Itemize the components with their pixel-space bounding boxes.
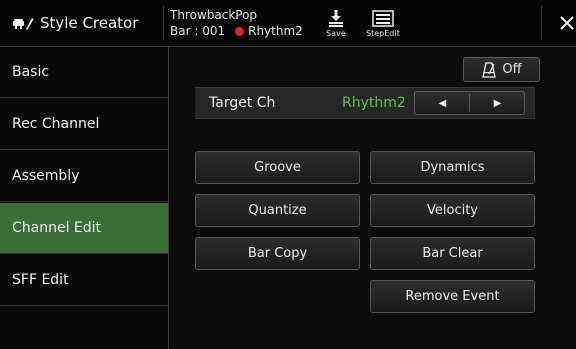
- remove-event-button[interactable]: Remove Event: [370, 280, 535, 313]
- bar-clear-button[interactable]: Bar Clear: [370, 237, 535, 270]
- quantize-button[interactable]: Quantize: [195, 194, 360, 227]
- sidebar-item-label: Rec Channel: [12, 116, 100, 132]
- dynamics-label: Dynamics: [420, 160, 485, 175]
- bar-copy-button[interactable]: Bar Copy: [195, 237, 360, 270]
- save-icon: [328, 10, 343, 27]
- bar-info: Bar : 001 Rhythm2: [170, 24, 303, 38]
- stepedit-button[interactable]: StepEdit: [366, 10, 400, 38]
- sidebar-item-label: Channel Edit: [12, 220, 102, 236]
- bar-copy-label: Bar Copy: [247, 246, 308, 261]
- target-channel-row: Target Ch Rhythm2 ◀ ▶: [195, 87, 535, 119]
- save-button[interactable]: Save: [326, 10, 346, 38]
- bar-position: Bar : 001: [170, 24, 226, 38]
- style-name: ThrowbackPop: [170, 8, 258, 22]
- right-arrow-icon: ▶: [493, 97, 502, 109]
- bar-clear-label: Bar Clear: [422, 246, 483, 261]
- groove-label: Groove: [254, 160, 301, 175]
- sidebar-item-label: Basic: [12, 64, 50, 80]
- previous-channel-button[interactable]: ◀: [415, 92, 470, 114]
- rec-part: Rhythm2: [248, 24, 303, 38]
- sidebar-item-basic[interactable]: Basic: [0, 47, 168, 98]
- stepedit-label: StepEdit: [366, 29, 400, 38]
- target-channel-value[interactable]: Rhythm2: [342, 88, 406, 118]
- remove-event-label: Remove Event: [405, 289, 500, 304]
- sidebar-item-channel-edit[interactable]: Channel Edit: [0, 203, 168, 254]
- sidebar-item-assembly[interactable]: Assembly: [0, 151, 168, 202]
- target-channel-label: Target Ch: [209, 95, 276, 111]
- channel-edit-panel: Off Target Ch Rhythm2 ◀ ▶ Groove Dynamic…: [169, 47, 576, 349]
- title-bar: Style Creator ThrowbackPop Bar : 001 Rhy…: [0, 0, 576, 47]
- app-title: Style Creator: [12, 0, 138, 46]
- close-icon: [560, 16, 574, 30]
- dynamics-button[interactable]: Dynamics: [370, 151, 535, 184]
- close-button[interactable]: [558, 10, 576, 36]
- sidebar-item-sff-edit[interactable]: SFF Edit: [0, 255, 168, 306]
- sidebar: Basic Rec Channel Assembly Channel Edit …: [0, 47, 169, 349]
- left-arrow-icon: ◀: [438, 97, 447, 109]
- sidebar-item-label: Assembly: [12, 168, 80, 184]
- header-divider: [163, 6, 164, 40]
- velocity-label: Velocity: [427, 203, 478, 218]
- metronome-icon: [482, 61, 497, 78]
- next-channel-button[interactable]: ▶: [470, 92, 525, 114]
- header-divider-right: [541, 6, 542, 40]
- save-label: Save: [326, 29, 346, 38]
- app-title-text: Style Creator: [40, 14, 139, 32]
- metronome-button[interactable]: Off: [463, 57, 540, 82]
- metronome-state: Off: [502, 62, 522, 77]
- target-channel-arrows: ◀ ▶: [414, 91, 525, 115]
- record-indicator-icon: [235, 26, 245, 36]
- quantize-label: Quantize: [248, 203, 307, 218]
- sidebar-item-label: SFF Edit: [12, 272, 69, 288]
- velocity-button[interactable]: Velocity: [370, 194, 535, 227]
- groove-button[interactable]: Groove: [195, 151, 360, 184]
- list-icon: [372, 10, 394, 27]
- style-creator-icon: [12, 15, 34, 31]
- sidebar-item-rec-channel[interactable]: Rec Channel: [0, 99, 168, 150]
